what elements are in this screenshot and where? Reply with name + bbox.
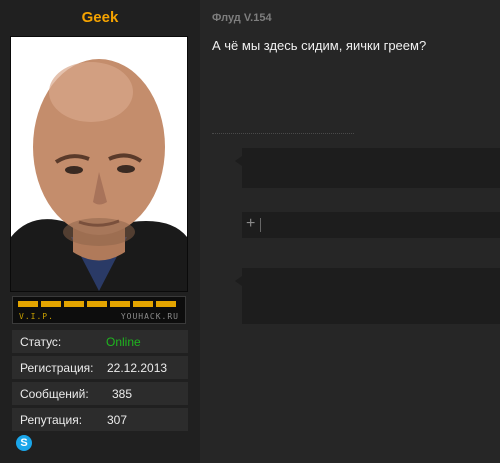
stat-label: Репутация:	[20, 413, 83, 427]
plus-icon[interactable]: +	[246, 215, 255, 233]
comment-bubble	[235, 268, 500, 324]
rank-segment	[18, 301, 38, 307]
status-online: Online	[106, 335, 141, 349]
post-message: А чё мы здесь сидим, яички греем?	[212, 38, 427, 53]
registration-date: 22.12.2013	[107, 361, 168, 375]
comment-bubble	[235, 148, 500, 188]
rank-segment	[64, 301, 84, 307]
rank-segment	[87, 301, 107, 307]
skype-icon[interactable]: S	[16, 435, 32, 451]
avatar-photo	[11, 37, 187, 291]
posts-count: 385	[112, 387, 133, 401]
reply-input[interactable]: +	[242, 212, 500, 238]
stat-row-reputation: Репутация: 307	[12, 408, 188, 431]
rank-segment	[41, 301, 61, 307]
user-sidebar: Geek V.I.P. YOUHACK.RU Статус: Online Ре…	[0, 0, 200, 463]
rank-badge: V.I.P. YOUHACK.RU	[12, 296, 186, 324]
username-link[interactable]: Geek	[0, 9, 200, 26]
rank-label: V.I.P.	[19, 312, 54, 321]
avatar[interactable]	[10, 36, 188, 292]
rank-segment	[156, 301, 176, 307]
rank-segment	[110, 301, 130, 307]
stat-row-posts: Сообщений: 385	[12, 382, 188, 405]
stat-row-status: Статус: Online	[12, 330, 188, 353]
stat-label: Сообщений:	[20, 387, 89, 401]
rank-site-label: YOUHACK.RU	[120, 312, 179, 321]
stat-label: Статус:	[20, 335, 62, 349]
rank-level-bar	[18, 301, 176, 307]
stat-label: Регистрация:	[20, 361, 94, 375]
text-caret	[260, 218, 261, 232]
post-content: Флуд V.154 А чё мы здесь сидим, яички гр…	[200, 0, 500, 463]
thread-title[interactable]: Флуд V.154	[212, 12, 272, 24]
reputation-value: 307	[107, 413, 128, 427]
stat-row-registration: Регистрация: 22.12.2013	[12, 356, 188, 379]
signature-divider	[212, 133, 354, 134]
rank-segment	[133, 301, 153, 307]
